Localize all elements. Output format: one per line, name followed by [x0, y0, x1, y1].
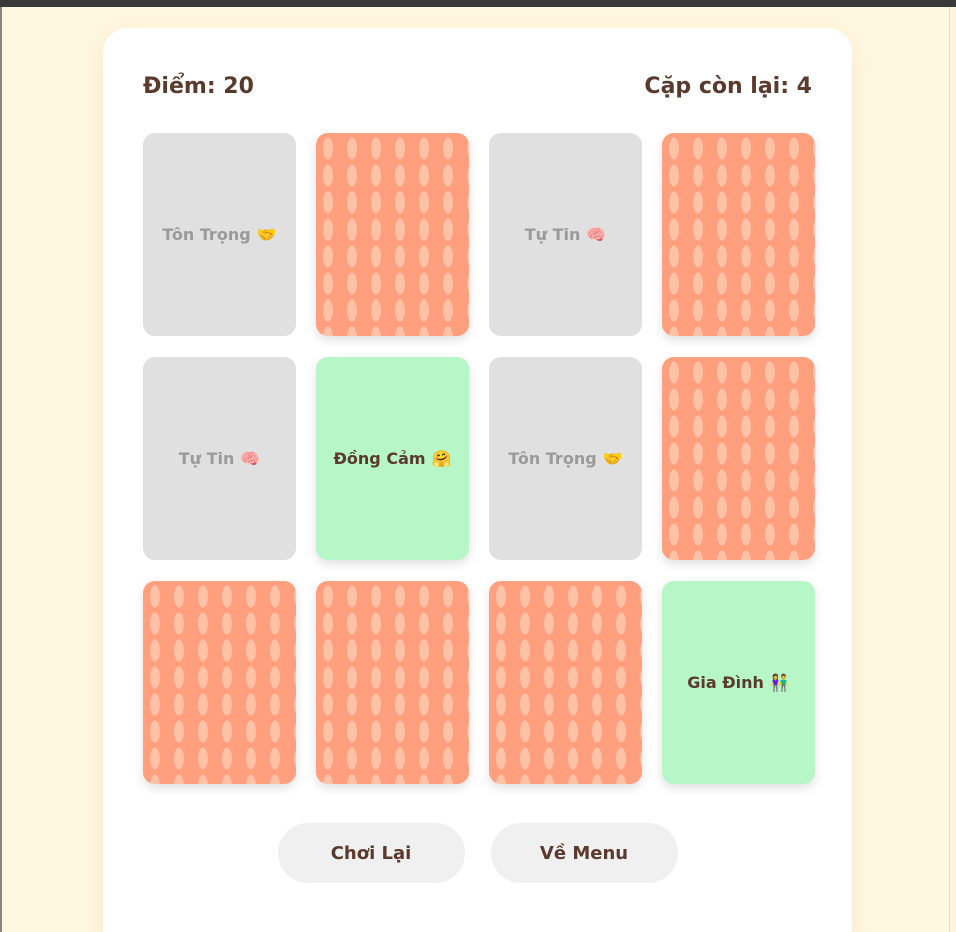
window-top-bar: [0, 0, 956, 7]
hugging-face-icon: 🤗: [431, 449, 452, 468]
card-4[interactable]: [662, 133, 815, 336]
handshake-icon: 🤝: [602, 449, 623, 468]
card-9[interactable]: [143, 581, 296, 784]
brain-icon: 🧠: [586, 225, 607, 244]
pairs-left-label: Cặp còn lại: 4: [644, 73, 812, 99]
card-label: Tôn Trọng: [162, 225, 251, 244]
card-8[interactable]: [662, 357, 815, 560]
card-6[interactable]: Đồng Cảm 🤗: [316, 357, 469, 560]
card-label: Gia Đình: [687, 673, 764, 692]
card-1[interactable]: Tôn Trọng 🤝: [143, 133, 296, 336]
card-label: Tự Tin: [178, 449, 235, 468]
card-label: Đồng Cảm: [333, 449, 426, 468]
card-label: Tôn Trọng: [508, 449, 597, 468]
game-panel: Điểm: 20 Cặp còn lại: 4 Tôn Trọng 🤝 Tự Ti…: [103, 28, 852, 932]
menu-button[interactable]: Về Menu: [490, 823, 678, 883]
window-scrollbar[interactable]: [949, 7, 956, 932]
card-7[interactable]: Tôn Trọng 🤝: [489, 357, 642, 560]
card-11[interactable]: [489, 581, 642, 784]
handshake-icon: 🤝: [256, 225, 277, 244]
score-label: Điểm: 20: [143, 73, 254, 99]
card-3[interactable]: Tự Tin 🧠: [489, 133, 642, 336]
brain-icon: 🧠: [240, 449, 261, 468]
card-label: Tự Tin: [524, 225, 581, 244]
window-left-edge: [0, 7, 2, 932]
card-2[interactable]: [316, 133, 469, 336]
card-grid: Tôn Trọng 🤝 Tự Tin 🧠 Tự Tin 🧠 Đồng Cảm 🤗 Tôn…: [143, 133, 815, 784]
game-header: Điểm: 20 Cặp còn lại: 4: [143, 68, 812, 104]
action-buttons: Chơi Lại Về Menu: [103, 823, 852, 883]
card-12[interactable]: Gia Đình 👫: [662, 581, 815, 784]
replay-button[interactable]: Chơi Lại: [277, 823, 465, 883]
family-icon: 👫: [769, 673, 790, 692]
card-10[interactable]: [316, 581, 469, 784]
card-5[interactable]: Tự Tin 🧠: [143, 357, 296, 560]
